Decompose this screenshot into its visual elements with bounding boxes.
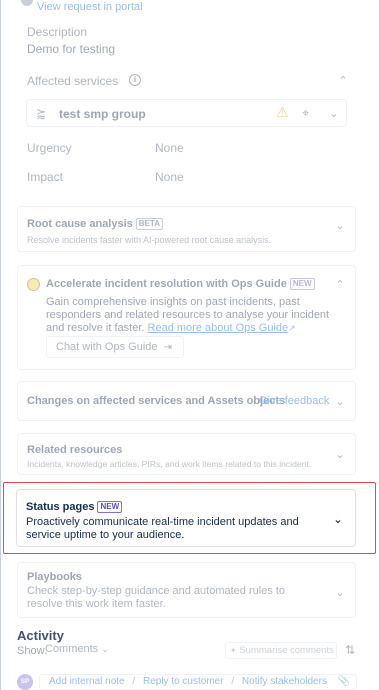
enter-icon: ⇥ [163, 342, 172, 353]
ops-guide-title-text: Accelerate incident resolution with Ops … [46, 278, 287, 290]
activity-title: Activity [17, 628, 64, 643]
root-cause-subtitle: Resolve incidents faster with AI-powered… [27, 235, 272, 245]
changes-expand-icon[interactable]: ⌄ [334, 396, 346, 408]
playbooks-body: Check step-by-step guidance and automate… [27, 585, 286, 610]
impact-value[interactable]: None [155, 170, 184, 184]
give-feedback-link[interactable]: Give feedback [259, 395, 329, 407]
status-pages-title: Status pages NEW [26, 501, 123, 513]
chat-ops-guide-label: Chat with Ops Guide [56, 341, 158, 353]
beta-badge: BETA [135, 218, 163, 230]
service-row[interactable]: ⪸ test smp group ⚠ ⌖ ⌄ [26, 99, 347, 127]
service-graph-icon: ⪸ [36, 106, 47, 120]
description-value[interactable]: Demo for testing [27, 42, 115, 56]
chat-ops-guide-button[interactable]: Chat with Ops Guide ⇥ [46, 336, 184, 358]
status-pages-body: Proactively communicate real-time incide… [26, 516, 299, 541]
avatar: SP [17, 674, 33, 690]
ops-guide-card: Accelerate incident resolution with Ops … [17, 265, 356, 370]
ops-guide-collapse-icon[interactable]: ⌃ [334, 279, 346, 291]
summarise-comments-label: Summarise comments [239, 645, 334, 656]
sort-icon[interactable]: ⇅ [345, 643, 355, 657]
changes-card[interactable]: Changes on affected services and Assets … [17, 381, 356, 421]
description-label: Description [27, 25, 88, 39]
affected-services-label: Affected services [27, 74, 119, 88]
chevron-down-icon: ⌄ [101, 644, 109, 654]
info-icon[interactable]: i [129, 74, 141, 86]
read-more-link[interactable]: Read more about Ops Guide [148, 322, 289, 334]
attachment-icon[interactable]: 📎 [338, 675, 350, 689]
status-pages-new-badge: NEW [97, 501, 123, 513]
root-cause-title-text: Root cause analysis [27, 218, 133, 230]
root-cause-expand-icon[interactable]: ⌄ [334, 220, 346, 232]
external-link-icon: ↗ [288, 323, 296, 333]
playbooks-card[interactable]: Playbooks Check step-by-step guidance an… [17, 562, 356, 618]
urgency-label: Urgency [27, 141, 72, 155]
warning-icon: ⚠ [276, 104, 289, 120]
separator: / [231, 676, 235, 687]
separator: / [132, 676, 136, 687]
ops-guide-body: Gain comprehensive insights on past inci… [46, 296, 346, 335]
playbooks-title: Playbooks [27, 571, 83, 583]
user-icon [21, 0, 33, 6]
show-filter-value: Comments [45, 643, 99, 655]
view-request-link[interactable]: View request in portal [37, 1, 143, 13]
changes-title: Changes on affected services and Assets … [27, 395, 286, 407]
summarise-comments-button[interactable]: ✦ Summarise comments [225, 642, 337, 659]
dependency-map-icon[interactable]: ⌖ [302, 105, 309, 121]
related-resources-title: Related resources [27, 444, 123, 456]
status-pages-card[interactable]: Status pages NEW Proactively communicate … [16, 489, 356, 547]
comment-actions-bar: Add internal note / Reply to customer / … [39, 674, 357, 690]
ops-guide-title: Accelerate incident resolution with Ops … [46, 278, 315, 290]
root-cause-title: Root cause analysis BETA [27, 218, 163, 230]
service-expand-icon[interactable]: ⌄ [328, 108, 340, 120]
new-badge: NEW [289, 278, 315, 290]
status-pages-expand-icon[interactable]: ⌄ [332, 514, 344, 526]
add-internal-note-link[interactable]: Add internal note [49, 676, 125, 687]
show-filter-dropdown[interactable]: Comments ⌄ [45, 643, 109, 658]
root-cause-card[interactable]: Root cause analysis BETA Resolve incident… [17, 206, 356, 252]
notify-stakeholders-link[interactable]: Notify stakeholders [242, 676, 327, 687]
sparkle-icon: ✦ [230, 646, 237, 655]
related-resources-expand-icon[interactable]: ⌄ [334, 449, 346, 461]
impact-label: Impact [27, 170, 64, 184]
show-label: Show: [17, 645, 48, 657]
playbooks-expand-icon[interactable]: ⌄ [334, 587, 346, 599]
urgency-value[interactable]: None [155, 141, 184, 155]
related-resources-card[interactable]: Related resources Incidents, knowledge a… [17, 433, 356, 475]
status-pages-title-text: Status pages [26, 501, 95, 513]
service-name[interactable]: test smp group [59, 107, 146, 121]
related-resources-subtitle: Incidents, knowledge articles, PIRs, and… [27, 459, 312, 469]
ops-guide-ai-icon [27, 278, 40, 291]
affected-services-collapse-icon[interactable]: ⌃ [337, 75, 349, 87]
reply-to-customer-link[interactable]: Reply to customer [143, 676, 224, 687]
